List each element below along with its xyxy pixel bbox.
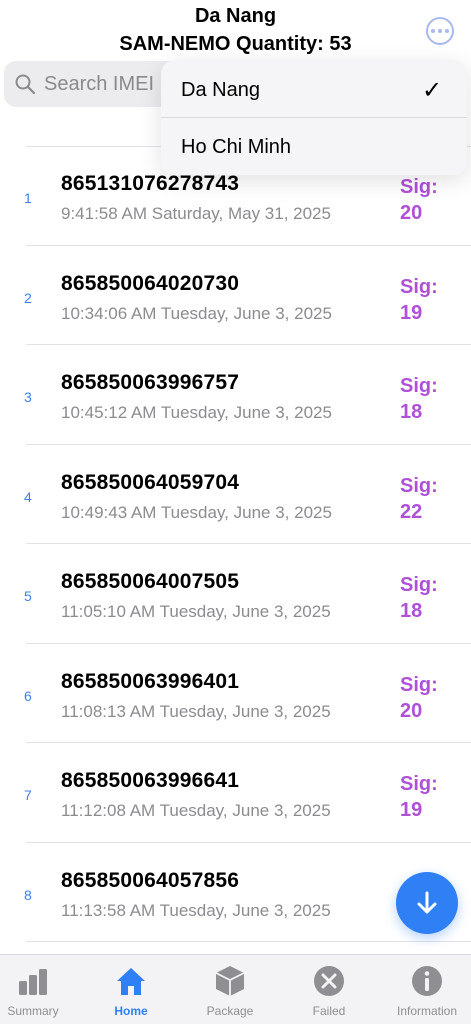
row-timestamp: 10:49:43 AM Tuesday, June 3, 2025	[61, 502, 332, 522]
row-signal: Sig: 20	[400, 672, 438, 724]
row-imei: 865850064057856	[61, 868, 240, 892]
arrow-down-icon	[417, 891, 437, 914]
row-index: 6	[24, 687, 32, 704]
tab-label: Summary	[7, 1004, 59, 1018]
row-signal: Sig: 18	[400, 373, 438, 425]
row-signal: Sig: 19	[400, 274, 438, 326]
signal-value: 18	[400, 600, 423, 622]
row-imei: 865850063996641	[61, 769, 240, 792]
bar-chart-icon	[19, 969, 47, 995]
ellipsis-icon	[431, 29, 435, 33]
signal-label: Sig:	[400, 474, 438, 497]
row-imei: 865850064059704	[61, 470, 240, 494]
tab-label: Package	[206, 1004, 254, 1018]
list-item[interactable]: 4 865850064059704 10:49:43 AM Tuesday, J…	[0, 445, 471, 545]
checkmark-icon: ✓	[422, 77, 443, 104]
tab-label: Information	[396, 1004, 458, 1018]
region-dropdown-menu: Da Nang ✓ Ho Chi Minh	[161, 60, 467, 175]
menu-divider	[161, 117, 467, 118]
region-option-da-nang[interactable]: Da Nang ✓	[161, 62, 467, 118]
signal-label: Sig:	[400, 275, 438, 298]
tab-information[interactable]: Information	[388, 955, 466, 1024]
signal-label: Sig:	[400, 673, 438, 696]
row-timestamp: 9:41:58 AM Saturday, May 31, 2025	[61, 204, 331, 223]
row-signal: Sig: 20	[400, 174, 438, 226]
list-item[interactable]: 3 865850063996757 10:45:12 AM Tuesday, J…	[0, 345, 471, 445]
signal-value: 19	[400, 799, 423, 821]
signal-value: 18	[400, 401, 423, 423]
quantity-title: SAM-NEMO Quantity: 53	[119, 33, 352, 55]
row-imei: 865850064007505	[61, 570, 240, 593]
list-item[interactable]: 2 865850064020730 10:34:06 AM Tuesday, J…	[0, 246, 471, 346]
more-options-button[interactable]	[426, 17, 454, 45]
row-timestamp: 11:05:10 AM Tuesday, June 3, 2025	[61, 602, 331, 621]
header: Da Nang SAM-NEMO Quantity: 53	[0, 0, 471, 60]
row-signal: Sig: 19	[400, 771, 438, 823]
tab-package[interactable]: Package	[191, 955, 269, 1024]
tab-label: Failed	[312, 1004, 346, 1018]
region-option-ho-chi-minh[interactable]: Ho Chi Minh	[161, 119, 467, 175]
region-option-label: Da Nang	[181, 79, 260, 101]
row-index: 7	[24, 787, 32, 803]
row-imei: 865850064020730	[61, 271, 240, 295]
row-index: 1	[24, 190, 32, 206]
region-option-label: Ho Chi Minh	[181, 136, 292, 158]
search-icon	[15, 74, 36, 95]
row-index: 3	[24, 389, 32, 405]
row-timestamp: 10:45:12 AM Tuesday, June 3, 2025	[61, 403, 332, 422]
list-item[interactable]: 5 865850064007505 11:05:10 AM Tuesday, J…	[0, 544, 471, 644]
row-timestamp: 11:13:58 AM Tuesday, June 3, 2025	[61, 900, 331, 920]
signal-label: Sig:	[400, 574, 438, 596]
x-circle-icon	[314, 966, 344, 996]
list-item[interactable]: 6 865850063996401 11:08:13 AM Tuesday, J…	[0, 644, 471, 744]
device-list: 1 865131076278743 9:41:58 AM Saturday, M…	[0, 146, 471, 942]
row-timestamp: 11:08:13 AM Tuesday, June 3, 2025	[61, 701, 331, 721]
signal-label: Sig:	[400, 773, 438, 795]
signal-label: Sig:	[400, 176, 438, 198]
tab-label: Home	[114, 1004, 148, 1018]
tab-summary[interactable]: Summary	[0, 955, 72, 1024]
scroll-down-button[interactable]	[396, 872, 458, 934]
tab-failed[interactable]: Failed	[290, 955, 368, 1024]
signal-value: 22	[400, 500, 423, 523]
row-timestamp: 11:12:08 AM Tuesday, June 3, 2025	[61, 801, 331, 820]
ellipsis-icon-dot	[445, 29, 449, 33]
row-imei: 865850063996401	[61, 669, 240, 693]
signal-label: Sig:	[400, 375, 438, 397]
signal-value: 20	[400, 202, 423, 224]
row-imei: 865850063996757	[61, 371, 240, 394]
city-title: Da Nang	[194, 5, 277, 27]
row-signal: Sig: 22	[400, 473, 438, 525]
info-circle-icon	[412, 966, 442, 996]
row-index: 5	[24, 588, 32, 604]
row-timestamp: 10:34:06 AM Tuesday, June 3, 2025	[61, 303, 332, 323]
ellipsis-icon-dot	[438, 29, 442, 33]
row-index: 4	[24, 488, 32, 505]
row-imei: 865131076278743	[61, 172, 240, 195]
row-index: 2	[24, 289, 32, 306]
signal-value: 19	[400, 301, 423, 324]
tab-bar: Summary Home Package Failed Information	[0, 954, 471, 1024]
tab-home[interactable]: Home	[92, 955, 170, 1024]
cube-icon	[215, 966, 245, 996]
row-signal: Sig: 18	[400, 572, 438, 624]
signal-value: 20	[400, 699, 423, 722]
house-icon	[117, 968, 145, 995]
list-item[interactable]: 7 865850063996641 11:12:08 AM Tuesday, J…	[0, 743, 471, 843]
row-index: 8	[24, 886, 32, 903]
